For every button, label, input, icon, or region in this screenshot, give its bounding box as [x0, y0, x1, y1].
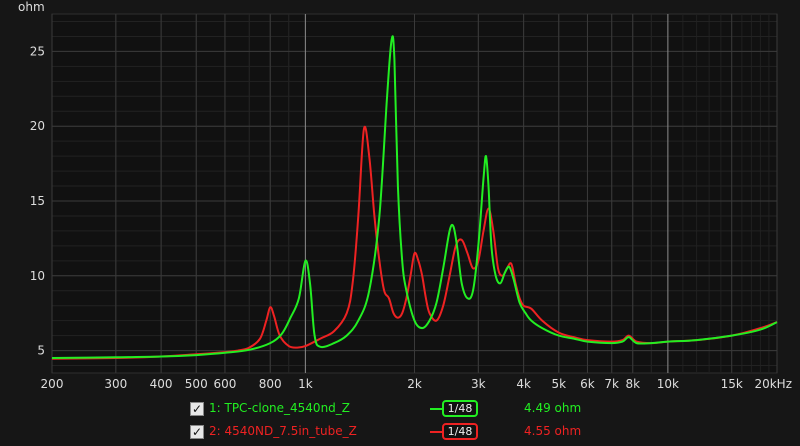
x-tick-label: 6k	[580, 377, 595, 391]
x-tick-label: 5k	[551, 377, 566, 391]
x-tick-label: 400	[150, 377, 173, 391]
x-tick-label: 20kHz	[754, 377, 792, 391]
x-tick-label: 3k	[471, 377, 486, 391]
y-axis-unit-label: ohm	[18, 0, 45, 14]
series-1-smoothing-value: 1/48	[442, 400, 478, 417]
series-1-name[interactable]: 1: TPC-clone_4540nd_Z	[209, 401, 350, 415]
series-2-smoothing-control[interactable]: 1/48	[430, 423, 478, 440]
series-2-cursor-value: 4.55 ohm	[524, 424, 582, 438]
legend-entry-2: ✓ 2: 4540ND_7.5in_tube_Z 1/48 4.55 ohm	[190, 423, 610, 444]
series-1-cursor-value: 4.49 ohm	[524, 401, 582, 415]
x-tick-label: 2k	[407, 377, 422, 391]
x-tick-label: 600	[214, 377, 237, 391]
series-1-checkbox[interactable]: ✓	[190, 402, 204, 416]
y-tick-label: 5	[37, 344, 45, 358]
y-tick-label: 10	[30, 269, 45, 283]
x-tick-label: 10k	[657, 377, 679, 391]
series-2-checkbox[interactable]: ✓	[190, 425, 204, 439]
x-tick-label: 500	[185, 377, 208, 391]
y-tick-label: 20	[30, 119, 45, 133]
x-tick-label: 200	[41, 377, 64, 391]
x-tick-label: 800	[259, 377, 282, 391]
x-tick-label: 8k	[625, 377, 640, 391]
x-tick-labels: 200 300 400 500 600 800 1k 2k 3k 4k 5k 6k 7k 8k 10k 15k…	[41, 377, 792, 391]
x-tick-label: 4k	[516, 377, 531, 391]
x-tick-label: 15k	[721, 377, 743, 391]
series-2-smoothing-value: 1/48	[442, 423, 478, 440]
series-2-name[interactable]: 2: 4540ND_7.5in_tube_Z	[209, 424, 357, 438]
x-tick-label: 1k	[298, 377, 313, 391]
x-tick-label: 7k	[604, 377, 619, 391]
y-tick-label: 25	[30, 44, 45, 58]
series-1-smoothing-control[interactable]: 1/48	[430, 400, 478, 417]
y-tick-label: 15	[30, 194, 45, 208]
y-tick-labels: 5 10 15 20 25	[30, 44, 45, 357]
x-tick-label: 300	[104, 377, 127, 391]
impedance-chart: 200 300 400 500 600 800 1k 2k 3k 4k 5k 6k 7k 8k 10k 15k…	[18, 0, 792, 391]
legend-entry-1: ✓ 1: TPC-clone_4540nd_Z 1/48 4.49 ohm	[190, 400, 610, 421]
